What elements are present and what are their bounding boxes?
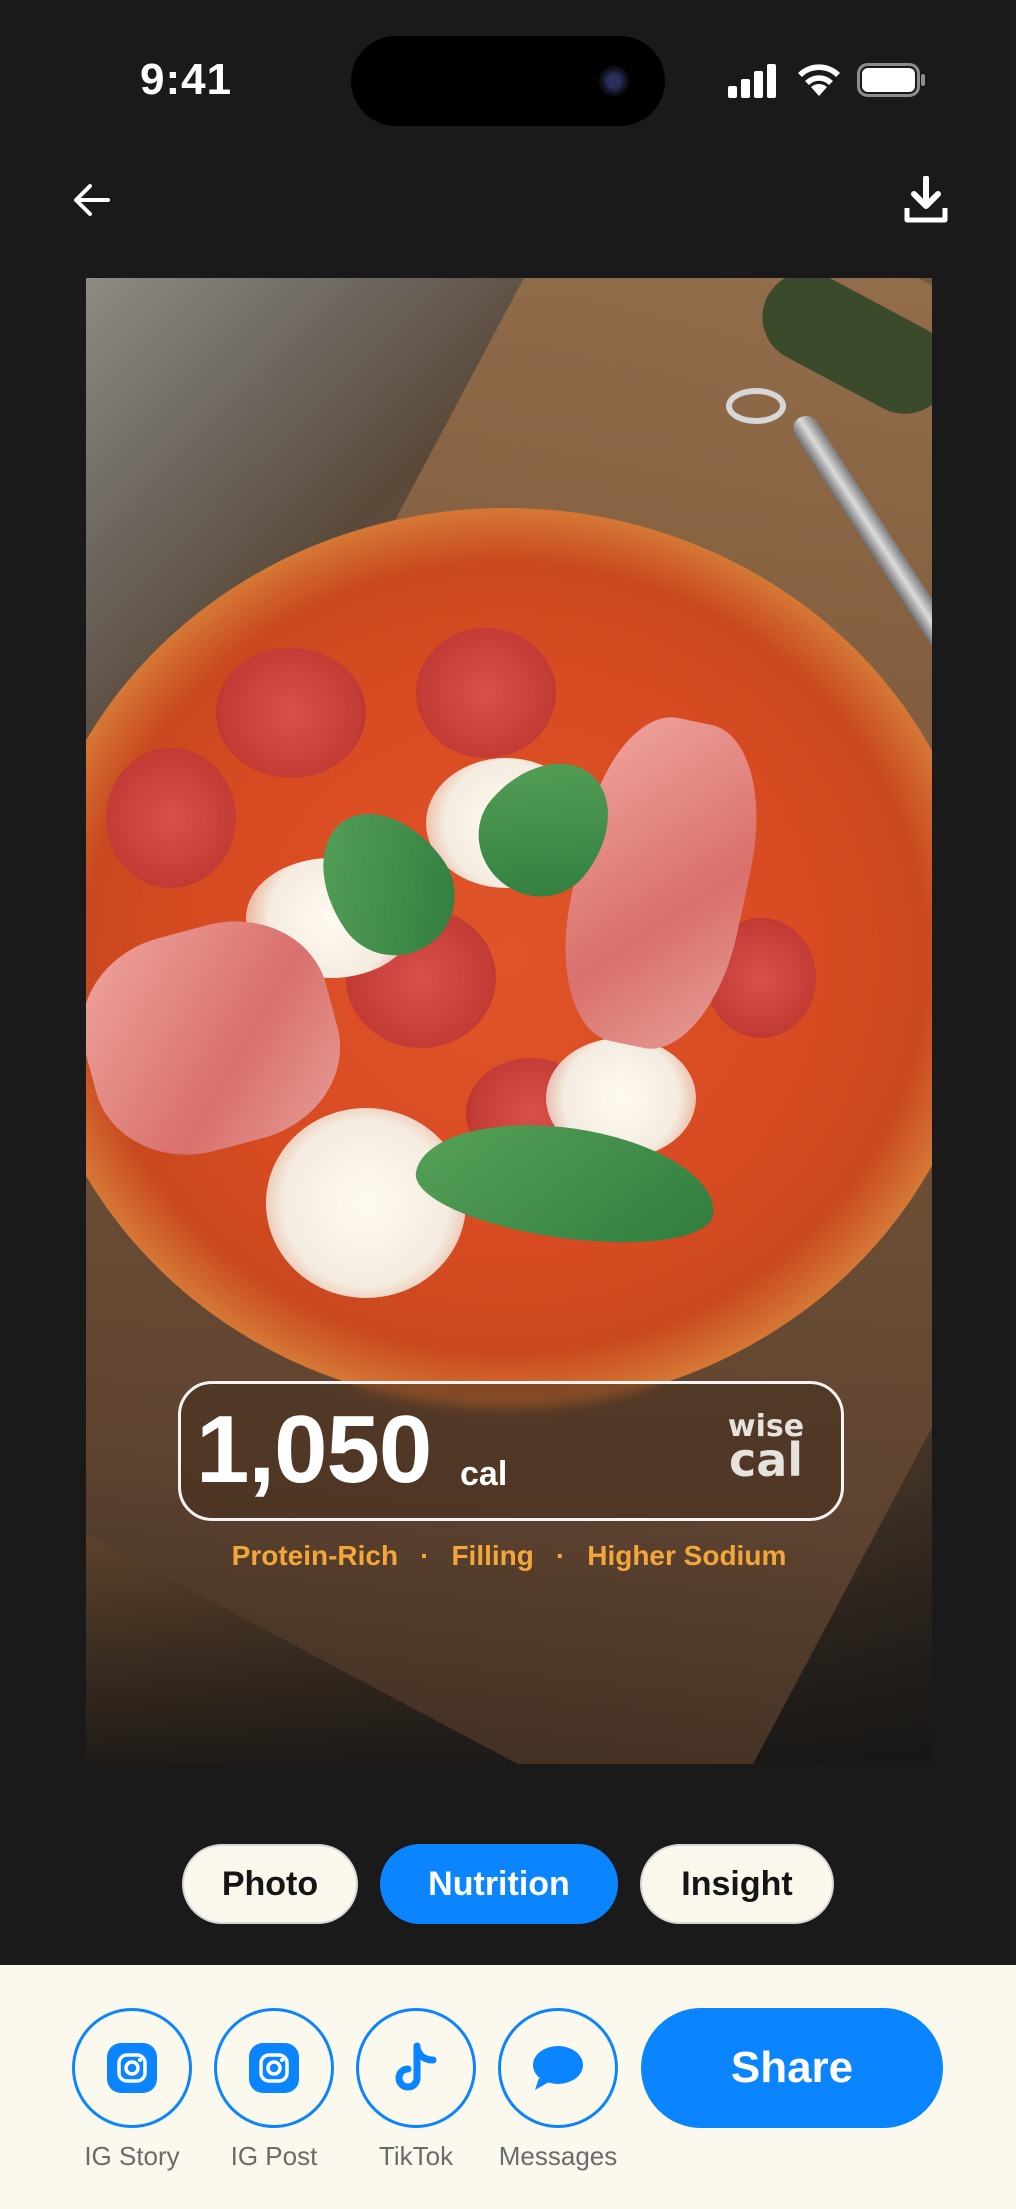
cellular-signal-icon <box>728 64 776 98</box>
tiktok-icon <box>395 2042 437 2091</box>
tab-nutrition[interactable]: Nutrition <box>380 1844 618 1924</box>
salami-topping <box>416 628 556 758</box>
share-button[interactable]: Share <box>641 2008 943 2128</box>
back-button[interactable] <box>62 170 122 230</box>
tiktok-label: TikTok <box>378 2141 454 2171</box>
messages-button[interactable] <box>498 2008 618 2128</box>
instagram-icon <box>107 2043 157 2093</box>
instagram-icon <box>249 2043 299 2093</box>
ig-story-label: IG Story <box>84 2141 180 2171</box>
tag-label: Higher Sodium <box>587 1540 787 1571</box>
arrow-left-icon <box>74 184 110 216</box>
calorie-unit: cal <box>460 1455 508 1493</box>
wisecal-logo: wise cal <box>727 1409 805 1487</box>
tab-insight[interactable]: Insight <box>640 1844 834 1924</box>
tag-label: Protein-Rich <box>231 1540 399 1571</box>
salami-topping <box>106 748 236 888</box>
status-bar: 9:41 <box>0 0 1016 150</box>
tag-label: Filling <box>451 1540 534 1571</box>
messages-label: Messages <box>498 2141 618 2171</box>
calorie-value: 1,050 <box>196 1396 432 1503</box>
ig-post-label: IG Post <box>230 2141 318 2171</box>
salami-topping <box>216 648 366 778</box>
wifi-icon <box>798 64 840 96</box>
tiktok-button[interactable] <box>356 2008 476 2128</box>
utensil-ring <box>726 388 786 424</box>
download-button[interactable] <box>896 170 956 230</box>
dynamic-island <box>351 36 665 126</box>
message-bubble-icon <box>533 2046 583 2090</box>
status-time: 9:41 <box>140 55 233 104</box>
ig-post-button[interactable] <box>214 2008 334 2128</box>
battery-icon <box>857 63 925 97</box>
download-icon <box>904 176 948 223</box>
mozzarella-topping <box>266 1108 466 1298</box>
tab-photo[interactable]: Photo <box>182 1844 358 1924</box>
ig-story-button[interactable] <box>72 2008 192 2128</box>
nutrition-tags: Protein-Rich · Filling · Higher Sodium <box>231 1540 787 1571</box>
camera-icon <box>599 66 629 96</box>
